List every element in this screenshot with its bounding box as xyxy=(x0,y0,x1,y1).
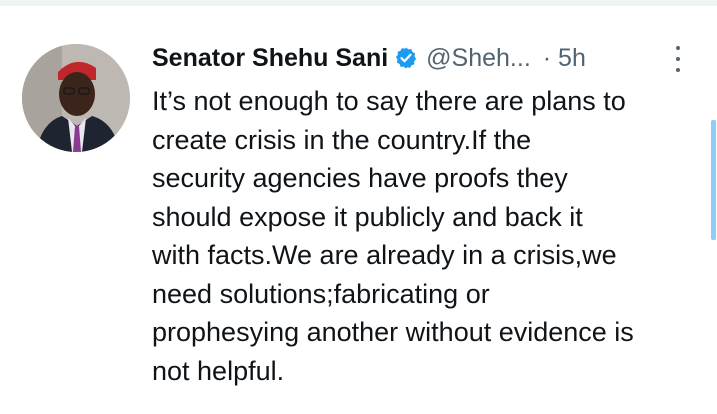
avatar[interactable] xyxy=(22,44,130,152)
tweet-header: Senator Shehu Sani @Sheh... · 5h xyxy=(152,38,586,78)
scrollbar[interactable] xyxy=(711,120,716,240)
author-name[interactable]: Senator Shehu Sani xyxy=(152,44,388,73)
verified-badge-icon xyxy=(394,46,418,70)
author-handle[interactable]: @Sheh... xyxy=(426,44,531,73)
more-options-icon[interactable] xyxy=(668,44,688,74)
tweet[interactable]: Senator Shehu Sani @Sheh... · 5h It’s no… xyxy=(0,6,717,414)
tweet-timestamp[interactable]: · 5h xyxy=(543,44,586,73)
tweet-text: It’s not enough to say there are plans t… xyxy=(152,86,634,386)
